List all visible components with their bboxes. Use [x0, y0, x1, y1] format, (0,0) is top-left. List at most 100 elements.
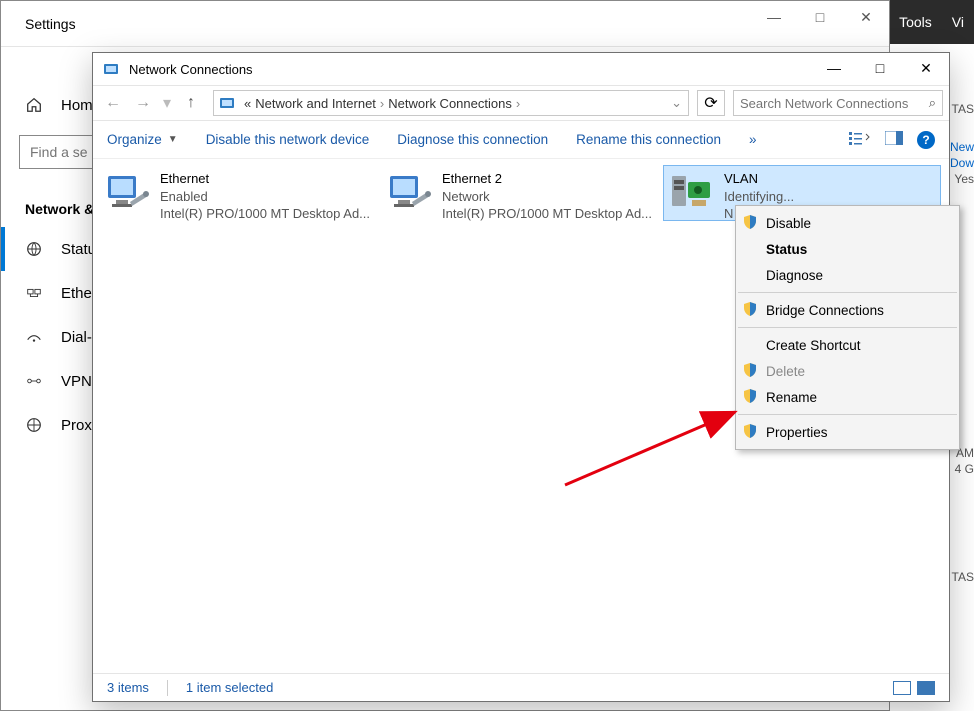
- adapter-status: Enabled: [160, 188, 370, 206]
- bg-text-dow: Dow: [950, 156, 974, 170]
- toolbar-diagnose[interactable]: Diagnose this connection: [397, 132, 548, 147]
- bg-text-new: New: [950, 140, 974, 154]
- adapter-name: Ethernet 2: [442, 170, 652, 188]
- nc-window-controls: — □ ✕: [811, 53, 949, 83]
- help-icon[interactable]: ?: [917, 131, 935, 149]
- settings-window-controls: — □ ✕: [751, 1, 889, 33]
- ctx-bridge-label: Bridge Connections: [766, 303, 884, 318]
- status-selected-count: 1 item selected: [186, 680, 273, 695]
- min-button[interactable]: —: [751, 1, 797, 33]
- status-divider: [167, 680, 168, 696]
- nc-statusbar: 3 items 1 item selected: [93, 673, 949, 701]
- close-button[interactable]: ✕: [843, 1, 889, 33]
- adapter-name: Ethernet: [160, 170, 370, 188]
- nav-forward-button[interactable]: →: [129, 89, 157, 117]
- preview-pane-icon[interactable]: [885, 131, 903, 148]
- uac-shield-icon: [742, 362, 758, 378]
- breadcrumb-prefix: «: [244, 96, 251, 111]
- nc-max-button[interactable]: □: [857, 53, 903, 83]
- bg-text-tas2: TAS: [952, 570, 974, 584]
- bg-text-yes: Yes: [954, 172, 974, 186]
- dialup-icon: [25, 328, 43, 346]
- ctx-diagnose[interactable]: Diagnose: [736, 262, 959, 288]
- toolbar-overflow[interactable]: »: [749, 132, 757, 147]
- toolbar-rename[interactable]: Rename this connection: [576, 132, 721, 147]
- max-button[interactable]: □: [797, 1, 843, 33]
- ctx-separator: [738, 327, 957, 328]
- bg-text-ghz: 4 G: [955, 462, 974, 476]
- nav-vpn-label: VPN: [61, 373, 92, 390]
- nav-up-button[interactable]: ↑: [177, 89, 205, 117]
- adapter-device: Intel(R) PRO/1000 MT Desktop Ad...: [160, 205, 370, 223]
- nc-titlebar[interactable]: Network Connections — □ ✕: [93, 53, 949, 85]
- adapter-status: Network: [442, 188, 652, 206]
- nc-app-icon: [103, 61, 119, 77]
- ctx-bridge[interactable]: Bridge Connections: [736, 297, 959, 323]
- address-icon: [220, 95, 238, 111]
- ctx-delete-label: Delete: [766, 364, 805, 379]
- ctx-properties-label: Properties: [766, 425, 828, 440]
- toolbar-organize[interactable]: Organize ▼: [107, 132, 178, 147]
- search-input[interactable]: [740, 96, 910, 111]
- view-options-icon[interactable]: [849, 130, 871, 149]
- search-icon[interactable]: ⌕: [929, 95, 936, 111]
- ctx-separator: [738, 414, 957, 415]
- settings-title: Settings: [25, 16, 76, 32]
- network-adapter-icon: [104, 170, 152, 218]
- adapter-item[interactable]: Ethernet 2 Network Intel(R) PRO/1000 MT …: [381, 165, 659, 221]
- breadcrumbs: « Network and Internet › Network Connect…: [244, 96, 665, 111]
- ctx-disable-label: Disable: [766, 216, 811, 231]
- details-view-icon[interactable]: [893, 681, 911, 695]
- status-item-count: 3 items: [107, 680, 149, 695]
- ctx-status-label: Status: [766, 242, 807, 257]
- context-menu: Disable Status Diagnose Bridge Connectio…: [735, 205, 960, 450]
- ctx-delete: Delete: [736, 358, 959, 384]
- settings-titlebar[interactable]: Settings — □ ✕: [1, 1, 889, 47]
- home-icon: [25, 96, 43, 114]
- nc-min-button[interactable]: —: [811, 53, 857, 83]
- menubar-right: Tools Vi: [889, 0, 974, 44]
- breadcrumb-seg2[interactable]: Network Connections: [388, 96, 512, 111]
- chevron-right-icon[interactable]: ›: [516, 96, 520, 111]
- adapter-device: Intel(R) PRO/1000 MT Desktop Ad...: [442, 205, 652, 223]
- nc-close-button[interactable]: ✕: [903, 53, 949, 83]
- view-mode-toggle[interactable]: [893, 681, 935, 695]
- uac-shield-icon: [742, 423, 758, 439]
- ctx-disable[interactable]: Disable: [736, 210, 959, 236]
- vpn-icon: [25, 372, 43, 390]
- refresh-button[interactable]: ⟳: [697, 90, 725, 116]
- ctx-properties[interactable]: Properties: [736, 419, 959, 445]
- toolbar-disable[interactable]: Disable this network device: [206, 132, 370, 147]
- ethernet-icon: [25, 284, 43, 302]
- ctx-separator: [738, 292, 957, 293]
- adapter-item[interactable]: Ethernet Enabled Intel(R) PRO/1000 MT De…: [99, 165, 377, 221]
- toolbar-organize-label: Organize: [107, 132, 162, 147]
- breadcrumb-seg1[interactable]: Network and Internet: [255, 96, 376, 111]
- address-dropdown-icon[interactable]: ⌄: [671, 95, 682, 111]
- ctx-create-shortcut[interactable]: Create Shortcut: [736, 332, 959, 358]
- ctx-status[interactable]: Status: [736, 236, 959, 262]
- uac-shield-icon: [742, 214, 758, 230]
- network-card-icon: [668, 170, 716, 218]
- adapter-name: VLAN: [724, 170, 794, 188]
- ctx-diagnose-label: Diagnose: [766, 268, 823, 283]
- network-adapter-icon: [386, 170, 434, 218]
- large-icons-view-icon[interactable]: [917, 681, 935, 695]
- nc-toolbar: Organize ▼ Disable this network device D…: [93, 121, 949, 159]
- globe-icon: [25, 240, 43, 258]
- menu-view-fragment[interactable]: Vi: [942, 14, 974, 30]
- nc-address-bar: ← → ▾ ↑ « Network and Internet › Network…: [93, 85, 949, 121]
- ctx-create-shortcut-label: Create Shortcut: [766, 338, 861, 353]
- chevron-right-icon[interactable]: ›: [380, 96, 384, 111]
- ctx-rename[interactable]: Rename: [736, 384, 959, 410]
- menu-tools[interactable]: Tools: [889, 14, 942, 30]
- nav-back-button[interactable]: ←: [99, 89, 127, 117]
- nav-recent-dropdown[interactable]: ▾: [159, 89, 175, 117]
- chevron-down-icon: ▼: [168, 134, 178, 145]
- uac-shield-icon: [742, 388, 758, 404]
- proxy-icon: [25, 416, 43, 434]
- address-box[interactable]: « Network and Internet › Network Connect…: [213, 90, 689, 116]
- search-box[interactable]: ⌕: [733, 90, 943, 116]
- bg-text-tas1: TAS: [952, 102, 974, 116]
- adapter-status: Identifying...: [724, 188, 794, 206]
